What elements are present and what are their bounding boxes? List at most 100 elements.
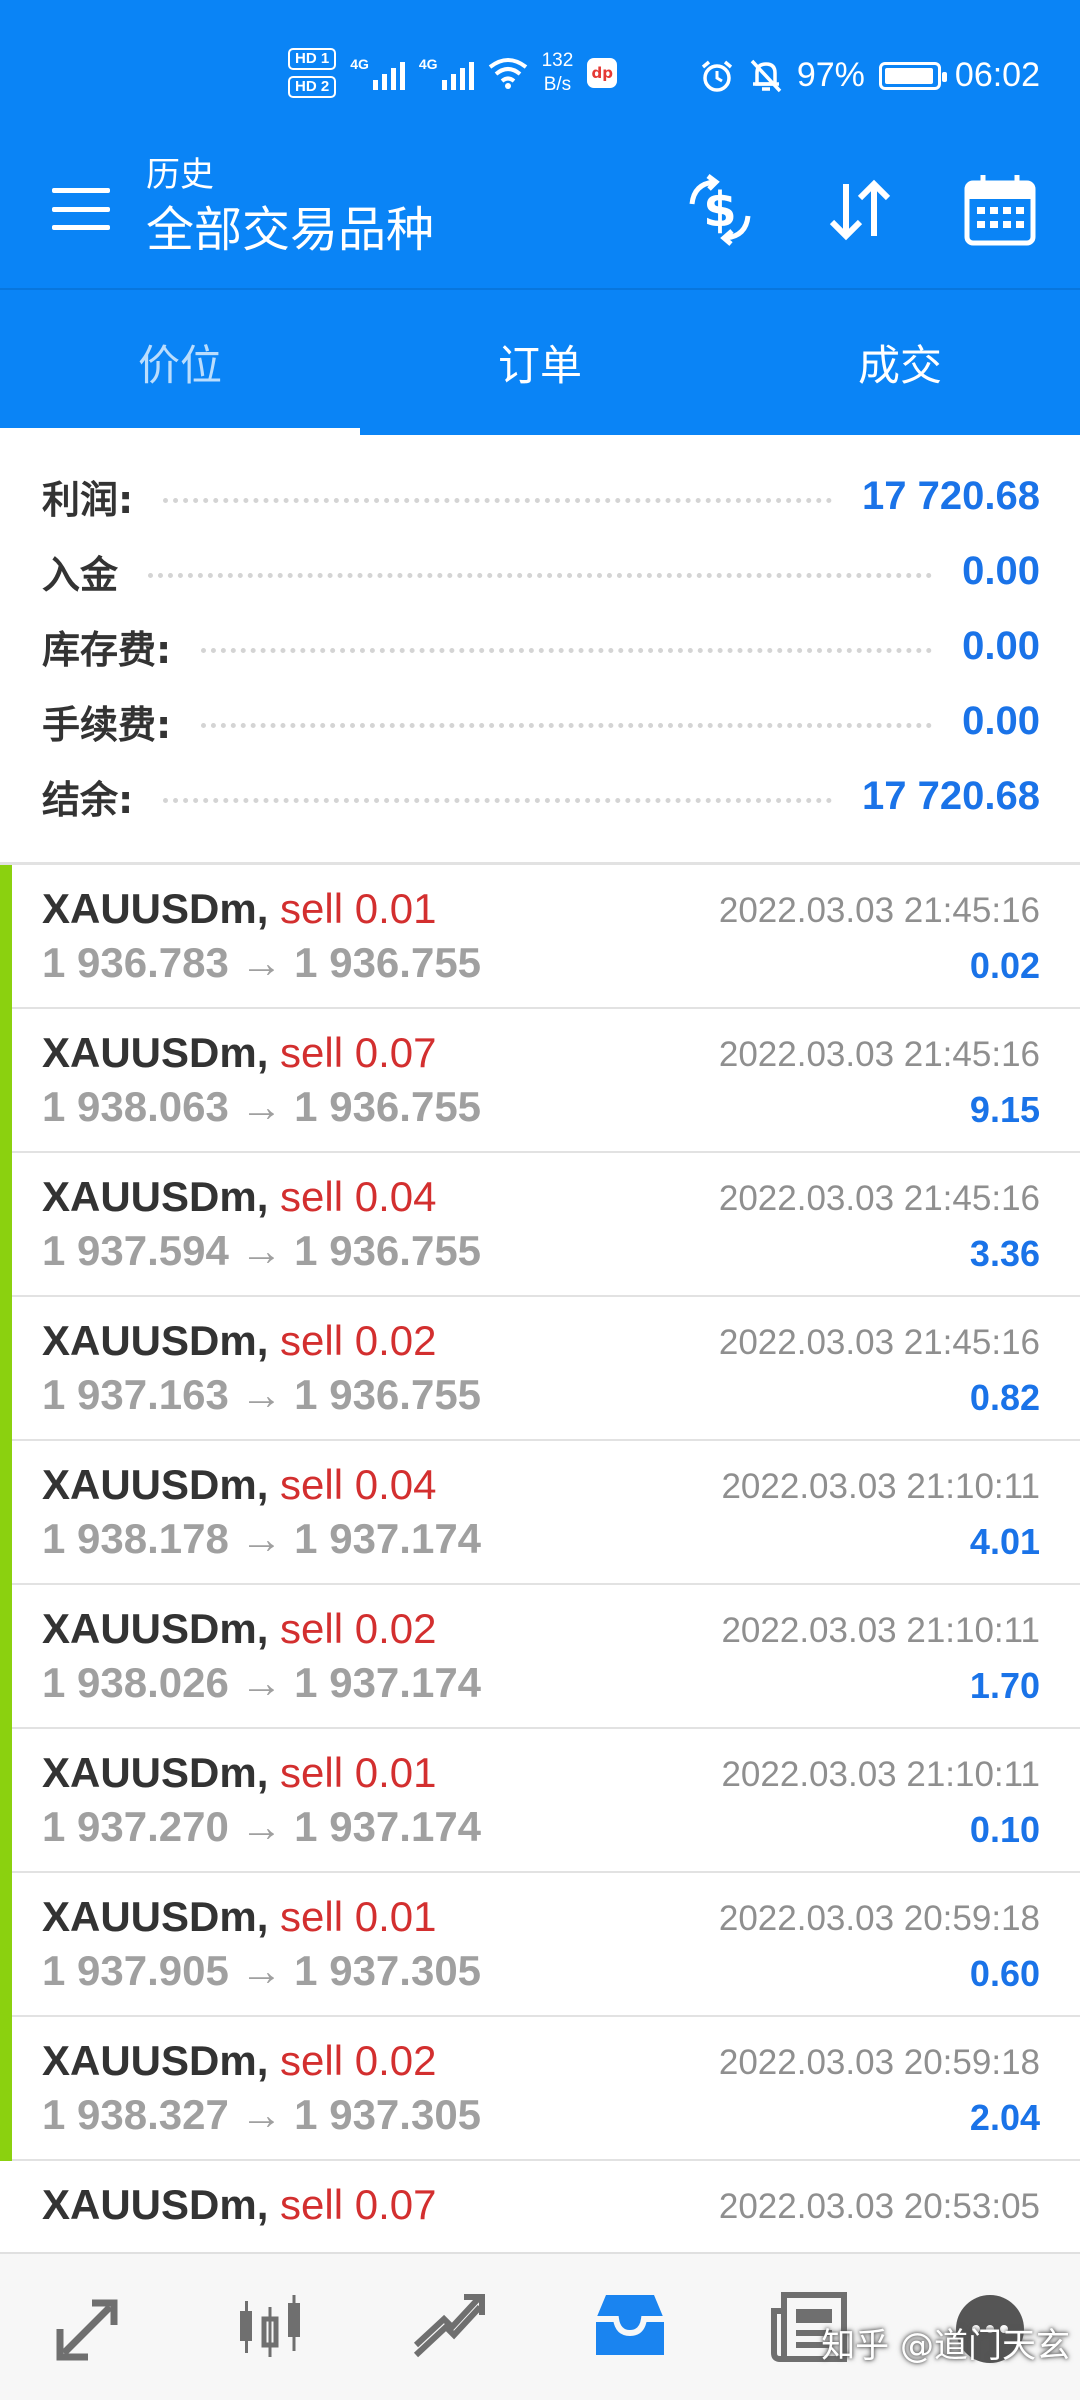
deal-title: XAUUSDm, sell 0.02 xyxy=(42,1317,436,1365)
deal-profit: 9.15 xyxy=(969,1089,1040,1130)
deal-prices: 1 938.327 → 1 937.305 xyxy=(42,2091,482,2138)
deal-row[interactable]: XAUUSDm, sell 0.04 1 938.178 → 1 937.174 2… xyxy=(0,1438,1080,1585)
deal-row[interactable]: XAUUSDm, sell 0.01 1 936.783 → 1 936.755 2… xyxy=(0,865,1080,1009)
status-stripe xyxy=(0,1150,12,1297)
deal-side: sell 0.01 xyxy=(280,885,437,932)
tab-bar: 价位 订单 成交 xyxy=(0,290,1080,435)
deal-prices: 1 938.178 → 1 937.174 xyxy=(42,1515,482,1562)
deal-prices: 1 938.026 → 1 937.174 xyxy=(42,1659,482,1706)
summary-value: 17 720.68 xyxy=(862,474,1040,518)
summary-value: 17 720.68 xyxy=(862,774,1040,818)
deal-symbol: XAUUSDm, xyxy=(42,2181,269,2228)
deal-row[interactable]: XAUUSDm, sell 0.07 1 938.063 → 1 936.755 2… xyxy=(0,1006,1080,1153)
nav-quotes[interactable] xyxy=(0,2254,180,2400)
deal-time: 2022.03.03 20:59:18 xyxy=(718,1899,1040,1938)
status-stripe xyxy=(0,1294,12,1441)
deal-row[interactable]: XAUUSDm, sell 0.01 1 937.905 → 1 937.305 2… xyxy=(0,1870,1080,2017)
deal-side: sell 0.07 xyxy=(280,2181,437,2228)
status-right: 97% 06:02 xyxy=(699,56,1040,95)
deal-title: XAUUSDm, sell 0.04 xyxy=(42,1461,436,1509)
status-stripe xyxy=(0,1582,12,1729)
deal-side: sell 0.04 xyxy=(280,1173,437,1220)
deal-side: sell 0.01 xyxy=(280,1893,437,1940)
deal-prices: 1 936.783 → 1 936.755 xyxy=(42,939,482,986)
sim1-badge: HD 1 xyxy=(288,48,337,70)
summary-row-profit: 利润: 17 720.68 xyxy=(42,459,1040,534)
title-block[interactable]: 历史 全部交易品种 xyxy=(146,152,434,262)
deal-title: XAUUSDm, sell 0.01 xyxy=(42,1893,436,1941)
deal-title: XAUUSDm, sell 0.01 xyxy=(42,885,436,933)
summary-row-deposit: 入金 0.00 xyxy=(42,534,1040,609)
deal-row[interactable]: XAUUSDm, sell 0.04 1 937.594 → 1 936.755 2… xyxy=(0,1150,1080,1297)
deal-title: XAUUSDm, sell 0.07 xyxy=(42,1029,436,1077)
deal-side: sell 0.02 xyxy=(280,1605,437,1652)
battery-fill xyxy=(884,67,934,84)
quotes-icon xyxy=(56,2299,118,2361)
deal-title: XAUUSDm, sell 0.01 xyxy=(42,1749,436,1797)
deal-symbol: XAUUSDm, xyxy=(42,2037,269,2084)
network-speed: 132 B/s xyxy=(542,49,574,97)
deal-row[interactable]: XAUUSDm, sell 0.02 1 937.163 → 1 936.755 2… xyxy=(0,1294,1080,1441)
tab-positions[interactable]: 价位 xyxy=(0,290,360,435)
deal-symbol: XAUUSDm, xyxy=(42,1461,269,1508)
status-stripe xyxy=(0,865,12,1009)
calendar-icon[interactable] xyxy=(960,170,1040,250)
deal-list[interactable]: XAUUSDm, sell 0.01 1 936.783 → 1 936.755 2… xyxy=(0,862,1080,2252)
deal-side: sell 0.02 xyxy=(280,1317,437,1364)
status-stripe xyxy=(0,2014,12,2161)
deal-prices: 1 937.270 → 1 937.174 xyxy=(42,1803,482,1850)
deal-profit: 2.04 xyxy=(969,2097,1040,2138)
app-bar-actions: $ xyxy=(680,170,1040,250)
menu-icon[interactable] xyxy=(52,188,110,230)
tab-deals[interactable]: 成交 xyxy=(720,290,1080,435)
summary-value: 0.00 xyxy=(962,549,1040,593)
deal-title: XAUUSDm, sell 0.02 xyxy=(42,1605,436,1653)
deal-title: XAUUSDm, sell 0.07 xyxy=(42,2181,436,2229)
dotted-leader xyxy=(148,573,933,578)
summary-value: 0.00 xyxy=(962,624,1040,668)
deal-row[interactable]: XAUUSDm, sell 0.07 2022.03.03 20:53:05 xyxy=(0,2161,1080,2252)
clock: 06:02 xyxy=(954,56,1040,94)
summary-row-swap: 库存费: 0.00 xyxy=(42,609,1040,684)
sort-icon[interactable] xyxy=(820,170,900,250)
nav-trade[interactable] xyxy=(360,2254,540,2400)
tab-orders[interactable]: 订单 xyxy=(360,290,720,435)
currency-exchange-icon[interactable]: $ xyxy=(680,170,760,250)
status-left: HD 1 HD 2 4G 4G 132 B/s dp xyxy=(288,48,618,98)
deal-symbol: XAUUSDm, xyxy=(42,1029,269,1076)
deal-symbol: XAUUSDm, xyxy=(42,1317,269,1364)
deal-time: 2022.03.03 21:10:11 xyxy=(721,1611,1040,1650)
deal-row[interactable]: XAUUSDm, sell 0.01 1 937.270 → 1 937.174 2… xyxy=(0,1726,1080,1873)
deal-time: 2022.03.03 20:53:05 xyxy=(718,2187,1040,2226)
deal-symbol: XAUUSDm, xyxy=(42,1749,269,1796)
summary-value: 0.00 xyxy=(962,699,1040,743)
deal-title: XAUUSDm, sell 0.02 xyxy=(42,2037,436,2085)
summary-label: 结余: xyxy=(42,778,134,822)
deal-row[interactable]: XAUUSDm, sell 0.02 1 938.327 → 1 937.305 2… xyxy=(0,2014,1080,2161)
deal-title: XAUUSDm, sell 0.04 xyxy=(42,1173,436,1221)
status-stripe xyxy=(0,1006,12,1153)
alarm-icon xyxy=(701,60,732,92)
deal-prices: 1 937.594 → 1 936.755 xyxy=(42,1227,482,1274)
sim-indicators: HD 1 HD 2 xyxy=(288,48,337,98)
deal-profit: 0.02 xyxy=(969,945,1040,986)
signal-2-icon: 4G xyxy=(419,56,474,90)
app-notification-icon: dp xyxy=(587,58,618,88)
history-icon xyxy=(596,2295,664,2355)
mute-icon xyxy=(750,59,782,92)
tab-deals-label: 成交 xyxy=(857,341,942,390)
status-stripe xyxy=(0,1438,12,1585)
deal-side: sell 0.07 xyxy=(280,1029,437,1076)
deal-time: 2022.03.03 21:10:11 xyxy=(721,1467,1040,1506)
nav-history[interactable] xyxy=(540,2254,720,2400)
summary-panel: 利润: 17 720.68 入金 0.00 库存费: 0.00 手续费: 0.0… xyxy=(0,435,1080,862)
battery-icon xyxy=(878,61,947,90)
speed-value: 132 xyxy=(541,50,574,71)
deal-prices: 1 938.063 → 1 936.755 xyxy=(42,1083,482,1130)
deal-row[interactable]: XAUUSDm, sell 0.02 1 938.026 → 1 937.174 2… xyxy=(0,1582,1080,1729)
summary-row-commission: 手续费: 0.00 xyxy=(42,684,1040,759)
deal-prices: 1 937.905 → 1 937.305 xyxy=(42,1947,482,1994)
deal-time: 2022.03.03 20:59:18 xyxy=(718,2043,1040,2082)
nav-chart[interactable] xyxy=(180,2254,360,2400)
status-stripe xyxy=(0,1726,12,1873)
